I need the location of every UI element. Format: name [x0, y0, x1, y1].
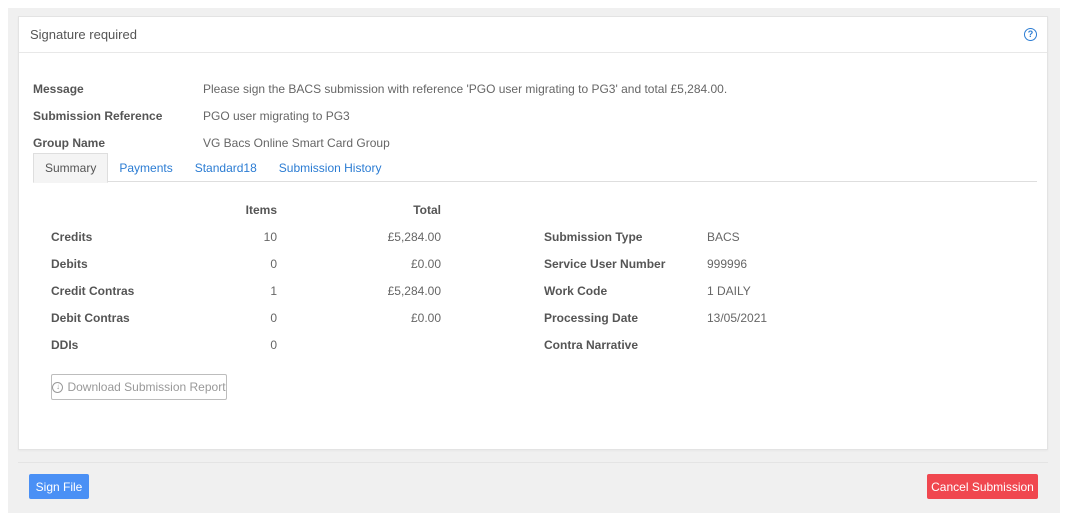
detail-value-service-user-number: 999996	[707, 257, 748, 271]
footer-divider	[18, 462, 1048, 463]
row-label-debit-contras: Debit Contras	[51, 311, 130, 325]
ddis-items: 0	[270, 338, 277, 352]
detail-value-submission-type: BACS	[707, 230, 740, 244]
detail-value-processing-date: 13/05/2021	[707, 311, 768, 325]
debit-contras-items: 0	[270, 311, 277, 325]
detail-label-service-user-number: Service User Number	[544, 257, 666, 271]
credits-items: 10	[263, 230, 277, 244]
download-submission-report-button[interactable]: ↓ Download Submission Report	[51, 374, 227, 400]
download-button-label: Download Submission Report	[67, 380, 226, 394]
items-column-header: Items	[245, 203, 277, 217]
signature-panel: Signature required ? Message Please sign…	[18, 16, 1048, 450]
row-label-debits: Debits	[51, 257, 88, 271]
detail-label-contra-narrative: Contra Narrative	[544, 338, 639, 352]
detail-value-work-code: 1 DAILY	[707, 284, 751, 298]
credit-contras-items: 1	[270, 284, 277, 298]
summary-tab-content: Items Total Credits 10 £5,284.00 Debits …	[19, 17, 1047, 449]
row-label-credit-contras: Credit Contras	[51, 284, 135, 298]
debits-total: £0.00	[410, 257, 441, 271]
sign-file-button[interactable]: Sign File	[29, 474, 89, 499]
row-label-ddis: DDIs	[51, 338, 79, 352]
detail-label-submission-type: Submission Type	[544, 230, 643, 244]
credit-contras-total: £5,284.00	[387, 284, 441, 298]
debits-items: 0	[270, 257, 277, 271]
total-column-header: Total	[413, 203, 441, 217]
page-background: Signature required ? Message Please sign…	[8, 8, 1060, 513]
detail-label-processing-date: Processing Date	[544, 311, 639, 325]
row-label-credits: Credits	[51, 230, 93, 244]
cancel-submission-button[interactable]: Cancel Submission	[927, 474, 1038, 499]
download-circle-icon: ↓	[52, 381, 64, 393]
detail-label-work-code: Work Code	[544, 284, 608, 298]
debit-contras-total: £0.00	[410, 311, 441, 325]
credits-total: £5,284.00	[387, 230, 441, 244]
